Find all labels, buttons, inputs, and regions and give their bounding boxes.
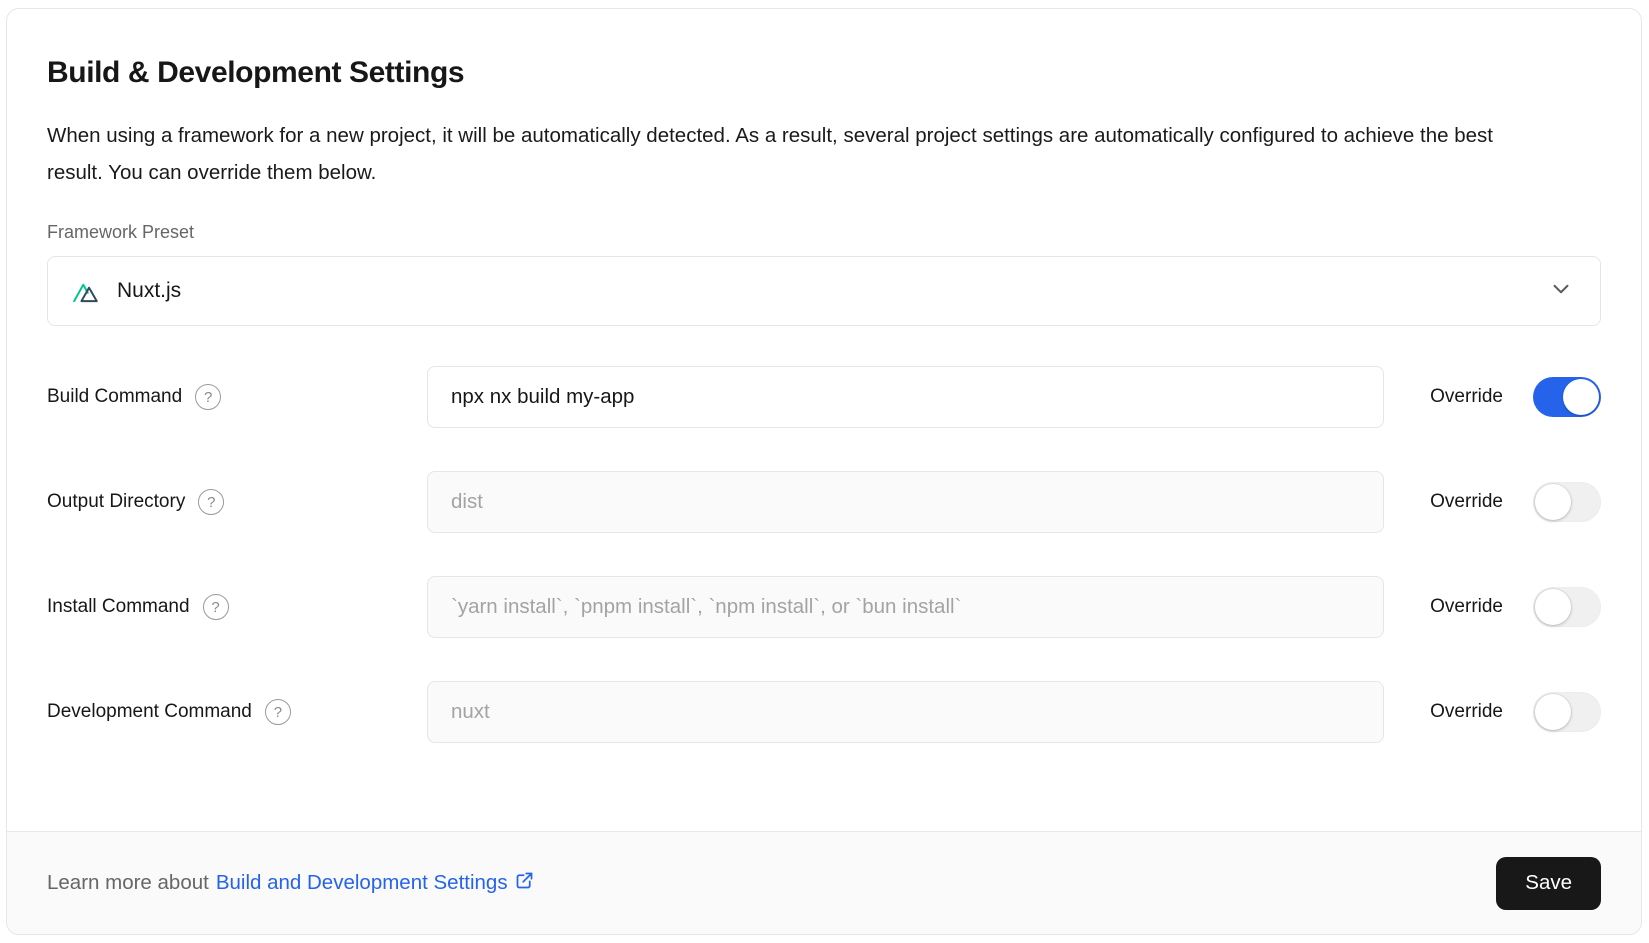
output-directory-label: Output Directory bbox=[47, 491, 185, 513]
toggle-knob bbox=[1563, 379, 1599, 415]
build-command-input[interactable] bbox=[427, 366, 1384, 428]
framework-preset-select[interactable]: Nuxt.js bbox=[47, 256, 1601, 326]
build-command-row: Build Command ? Override bbox=[47, 366, 1601, 428]
learn-more-text: Learn more about Build and Development S… bbox=[47, 870, 535, 897]
page-title: Build & Development Settings bbox=[47, 56, 1601, 90]
build-dev-settings-card: Build & Development Settings When using … bbox=[6, 8, 1642, 935]
development-command-label: Development Command bbox=[47, 701, 252, 723]
toggle-knob bbox=[1535, 694, 1571, 730]
question-mark-icon[interactable]: ? bbox=[195, 384, 221, 410]
chevron-down-icon bbox=[1548, 276, 1574, 307]
development-command-label-group: Development Command ? bbox=[47, 699, 427, 725]
install-command-row: Install Command ? Override bbox=[47, 576, 1601, 638]
build-command-override-toggle[interactable] bbox=[1533, 377, 1601, 417]
framework-preset-label: Framework Preset bbox=[47, 222, 1601, 243]
toggle-knob bbox=[1535, 589, 1571, 625]
build-command-label: Build Command bbox=[47, 386, 182, 408]
install-command-label: Install Command bbox=[47, 596, 190, 618]
build-command-label-group: Build Command ? bbox=[47, 384, 427, 410]
output-directory-label-group: Output Directory ? bbox=[47, 489, 427, 515]
question-mark-icon[interactable]: ? bbox=[265, 699, 291, 725]
settings-description: When using a framework for a new project… bbox=[47, 117, 1527, 191]
development-command-override-toggle[interactable] bbox=[1533, 692, 1601, 732]
development-command-input[interactable] bbox=[427, 681, 1384, 743]
link-label: Build and Development Settings bbox=[216, 871, 508, 895]
learn-more-prefix: Learn more about bbox=[47, 871, 209, 895]
install-command-input[interactable] bbox=[427, 576, 1384, 638]
external-link-icon bbox=[514, 870, 535, 897]
save-button[interactable]: Save bbox=[1496, 857, 1601, 910]
card-body: Build & Development Settings When using … bbox=[7, 9, 1641, 831]
build-dev-settings-link[interactable]: Build and Development Settings bbox=[216, 870, 535, 897]
output-directory-override-toggle[interactable] bbox=[1533, 482, 1601, 522]
question-mark-icon[interactable]: ? bbox=[203, 594, 229, 620]
question-mark-icon[interactable]: ? bbox=[198, 489, 224, 515]
toggle-knob bbox=[1535, 484, 1571, 520]
override-label: Override bbox=[1384, 491, 1503, 513]
development-command-row: Development Command ? Override bbox=[47, 681, 1601, 743]
output-directory-row: Output Directory ? Override bbox=[47, 471, 1601, 533]
output-directory-input[interactable] bbox=[427, 471, 1384, 533]
install-command-label-group: Install Command ? bbox=[47, 594, 427, 620]
override-label: Override bbox=[1384, 701, 1503, 723]
card-footer: Learn more about Build and Development S… bbox=[7, 831, 1641, 934]
override-label: Override bbox=[1384, 596, 1503, 618]
override-label: Override bbox=[1384, 386, 1503, 408]
install-command-override-toggle[interactable] bbox=[1533, 587, 1601, 627]
settings-rows: Build Command ? Override Output Director… bbox=[47, 366, 1601, 743]
nuxt-logo-icon bbox=[73, 279, 103, 303]
framework-preset-value: Nuxt.js bbox=[117, 279, 181, 303]
